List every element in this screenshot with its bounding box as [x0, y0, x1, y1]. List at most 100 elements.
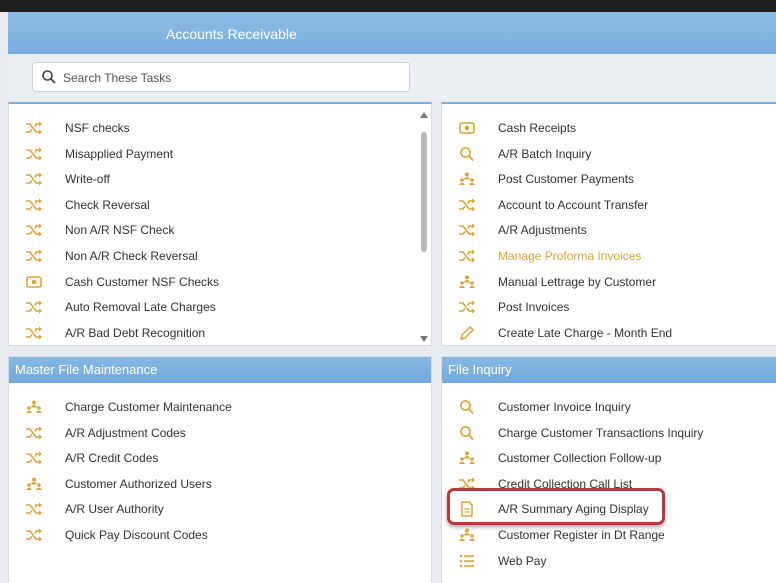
task-item-charge-customer-transactions-inquiry[interactable]: Charge Customer Transactions Inquiry	[442, 421, 776, 446]
task-item-misapplied-payment[interactable]: Misapplied Payment	[9, 142, 431, 167]
task-label: Cash Customer NSF Checks	[65, 274, 220, 289]
search-icon	[458, 399, 476, 415]
task-item-customer-collection-follow-up[interactable]: Customer Collection Follow-up	[442, 446, 776, 471]
task-item-customer-register-in-dt-range[interactable]: Customer Register in Dt Range	[442, 523, 776, 548]
panel-title: Master File Maintenance	[9, 357, 431, 383]
shuffle-icon	[458, 248, 476, 264]
task-item-customer-invoice-inquiry[interactable]: Customer Invoice Inquiry	[442, 395, 776, 420]
task-item-a-r-adjustments[interactable]: A/R Adjustments	[442, 218, 776, 243]
task-label: Quick Pay Discount Codes	[65, 528, 208, 542]
task-item-post-customer-payments[interactable]: Post Customer Payments	[442, 167, 776, 192]
task-item-nsf-checks[interactable]: NSF checks	[9, 116, 431, 141]
shuffle-icon	[25, 222, 43, 238]
task-label: A/R Adjustments	[498, 223, 587, 238]
shuffle-icon	[25, 325, 43, 341]
search-input[interactable]	[61, 67, 395, 89]
shuffle-icon	[25, 425, 43, 441]
task-label: Manage Proforma Invoices	[498, 249, 642, 263]
task-item-write-off[interactable]: Write-off	[9, 167, 431, 192]
task-label: Non A/R NSF Check	[65, 223, 175, 238]
panel-title: File Inquiry	[442, 357, 776, 383]
highlight-box	[447, 488, 665, 525]
task-label: Non A/R Check Reversal	[65, 249, 198, 263]
task-label: Customer Collection Follow-up	[498, 451, 662, 466]
task-item-customer-authorized-users[interactable]: Customer Authorized Users	[9, 472, 431, 497]
task-label: NSF checks	[65, 121, 130, 135]
search-icon	[42, 70, 56, 84]
users-icon	[458, 171, 476, 187]
master-file-panel: Master File Maintenance Charge Customer …	[8, 356, 432, 583]
shuffle-icon	[25, 197, 43, 213]
task-label: Account to Account Transfer	[498, 197, 649, 212]
shuffle-icon	[25, 120, 43, 136]
task-item-cash-customer-nsf-checks[interactable]: Cash Customer NSF Checks	[9, 270, 431, 295]
task-item-check-reversal[interactable]: Check Reversal	[9, 193, 431, 218]
top-bar	[0, 0, 776, 12]
cash-icon	[458, 120, 476, 136]
task-item-web-pay[interactable]: Web Pay	[442, 549, 776, 574]
task-item-a-r-batch-inquiry[interactable]: A/R Batch Inquiry	[442, 142, 776, 167]
task-label: Check Reversal	[65, 197, 150, 212]
task-label: A/R Credit Codes	[65, 451, 159, 466]
task-label: Post Invoices	[498, 300, 570, 315]
users-icon	[25, 399, 43, 415]
users-icon	[25, 476, 43, 492]
task-label: Manual Lettrage by Customer	[498, 274, 657, 289]
task-label: Misapplied Payment	[65, 146, 174, 161]
task-label: A/R Adjustment Codes	[65, 425, 186, 440]
scrollbar[interactable]	[419, 112, 429, 342]
task-item-cash-receipts[interactable]: Cash Receipts	[442, 116, 776, 141]
scroll-down-arrow[interactable]	[420, 336, 428, 342]
users-icon	[458, 527, 476, 543]
task-label: Create Late Charge - Month End	[498, 325, 673, 340]
task-label: Write-off	[65, 172, 110, 187]
task-label: Post Customer Payments	[498, 172, 635, 187]
task-item-manage-proforma-invoices[interactable]: Manage Proforma Invoices	[442, 244, 776, 269]
shuffle-icon	[25, 146, 43, 162]
task-item-charge-customer-maintenance[interactable]: Charge Customer Maintenance	[9, 395, 431, 420]
task-item-a-r-credit-codes[interactable]: A/R Credit Codes	[9, 446, 431, 471]
shuffle-icon	[25, 501, 43, 517]
task-item-manual-lettrage-by-customer[interactable]: Manual Lettrage by Customer	[442, 270, 776, 295]
shuffle-icon	[458, 197, 476, 213]
task-label: Customer Register in Dt Range	[498, 528, 665, 542]
pencil-icon	[458, 325, 476, 341]
module-header: Accounts Receivable	[8, 12, 776, 54]
task-item-a-r-adjustment-codes[interactable]: A/R Adjustment Codes	[9, 421, 431, 446]
shuffle-icon	[458, 299, 476, 315]
task-label: Customer Invoice Inquiry	[498, 400, 631, 414]
task-label: Charge Customer Maintenance	[65, 400, 232, 414]
task-label: Cash Receipts	[498, 121, 577, 135]
task-item-quick-pay-discount-codes[interactable]: Quick Pay Discount Codes	[9, 523, 431, 548]
task-item-post-invoices[interactable]: Post Invoices	[442, 295, 776, 320]
tasks-panel-left: NSF checks Misapplied Payment Write-off Che…	[8, 102, 432, 346]
shuffle-icon	[458, 222, 476, 238]
task-label: A/R Bad Debt Recognition	[65, 325, 206, 340]
file-inquiry-panel: File Inquiry Customer Invoice Inquiry Cha…	[441, 356, 776, 583]
task-label: Charge Customer Transactions Inquiry	[498, 425, 704, 440]
task-item-account-to-account-transfer[interactable]: Account to Account Transfer	[442, 193, 776, 218]
task-label: A/R Batch Inquiry	[498, 146, 592, 161]
search-box[interactable]	[32, 62, 410, 92]
task-label: Web Pay	[498, 553, 547, 568]
cash-icon	[25, 274, 43, 290]
shuffle-icon	[25, 299, 43, 315]
shuffle-icon	[25, 171, 43, 187]
task-item-create-late-charge-month-end[interactable]: Create Late Charge - Month End	[442, 321, 776, 346]
task-label: Auto Removal Late Charges	[65, 300, 216, 315]
scroll-thumb[interactable]	[421, 132, 427, 252]
task-item-non-a-r-check-reversal[interactable]: Non A/R Check Reversal	[9, 244, 431, 269]
shuffle-icon	[25, 527, 43, 543]
task-label: Customer Authorized Users	[65, 476, 212, 491]
task-item-a-r-user-authority[interactable]: A/R User Authority	[9, 497, 431, 522]
tasks-panel-right: Cash Receipts A/R Batch Inquiry Post Custo…	[441, 102, 776, 346]
task-item-a-r-bad-debt-recognition[interactable]: A/R Bad Debt Recognition	[9, 321, 431, 346]
search-icon	[458, 146, 476, 162]
shuffle-icon	[25, 248, 43, 264]
scroll-up-arrow[interactable]	[420, 112, 428, 118]
shuffle-icon	[25, 450, 43, 466]
task-label: A/R User Authority	[65, 502, 164, 517]
task-item-auto-removal-late-charges[interactable]: Auto Removal Late Charges	[9, 295, 431, 320]
task-item-non-a-r-nsf-check[interactable]: Non A/R NSF Check	[9, 218, 431, 243]
module-title: Accounts Receivable	[166, 26, 297, 42]
